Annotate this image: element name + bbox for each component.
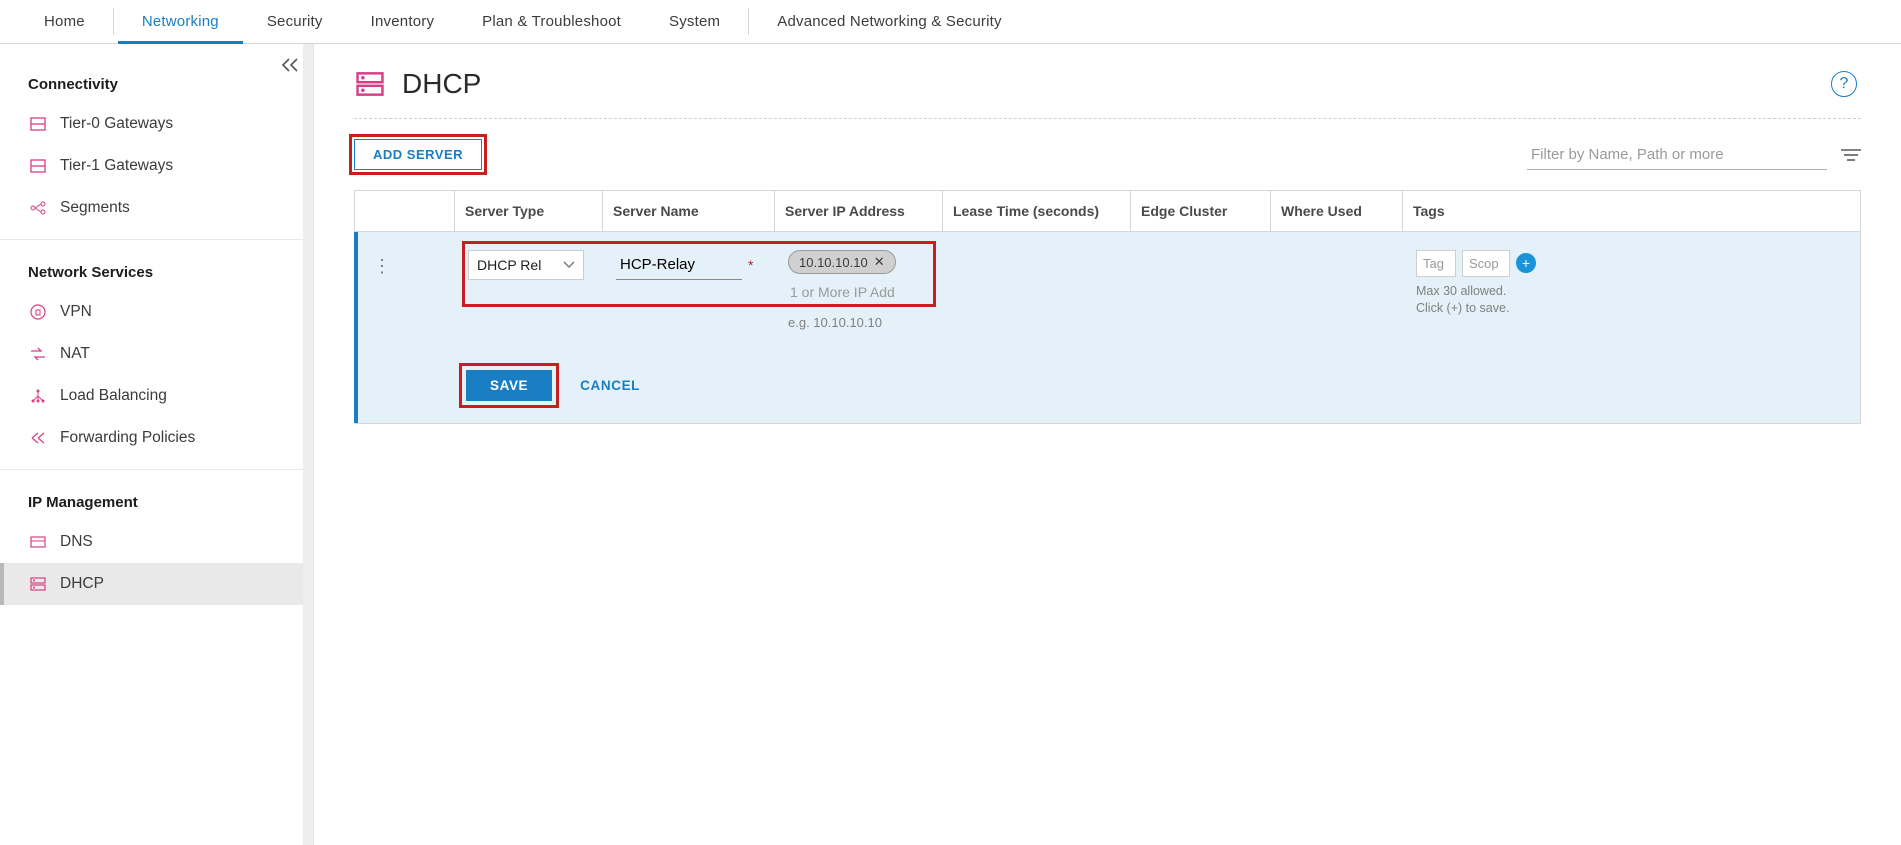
help-icon[interactable]: ? <box>1831 71 1857 97</box>
section-network-services: Network Services <box>0 240 303 291</box>
save-button[interactable]: SAVE <box>466 370 552 401</box>
filter-input[interactable] <box>1527 140 1827 170</box>
dhcp-grid: Server Type Server Name Server IP Addres… <box>354 190 1861 424</box>
ip-address-input[interactable] <box>788 280 924 305</box>
tab-security[interactable]: Security <box>243 0 347 43</box>
col-tags[interactable]: Tags <box>1402 191 1860 231</box>
router-icon <box>28 157 48 175</box>
nav-separator <box>748 8 749 35</box>
collapse-sidebar-icon[interactable] <box>281 58 299 72</box>
col-server-name[interactable]: Server Name <box>602 191 774 231</box>
sidebar-item-label: NAT <box>60 345 90 363</box>
col-server-type[interactable]: Server Type <box>454 191 602 231</box>
cancel-button[interactable]: CANCEL <box>580 378 640 393</box>
page-title: DHCP <box>402 68 481 100</box>
sidebar-item-tier0[interactable]: Tier-0 Gateways <box>0 103 303 145</box>
top-nav: Home Networking Security Inventory Plan … <box>0 0 1901 44</box>
sidebar-item-label: Segments <box>60 199 130 217</box>
sidebar-item-tier1[interactable]: Tier-1 Gateways <box>0 145 303 187</box>
sidebar-item-nat[interactable]: NAT <box>0 333 303 375</box>
filter-icon[interactable] <box>1841 148 1861 162</box>
sidebar-item-label: VPN <box>60 303 92 321</box>
lb-icon <box>28 387 48 405</box>
col-where-used[interactable]: Where Used <box>1270 191 1402 231</box>
sidebar-item-lb[interactable]: Load Balancing <box>0 375 303 417</box>
ip-hint: e.g. 10.10.10.10 <box>788 315 936 330</box>
nat-icon <box>28 345 48 363</box>
server-name-input[interactable] <box>616 250 742 280</box>
tags-hint: Max 30 allowed. Click (+) to save. <box>1416 283 1536 317</box>
table-row-edit: ⋮ DHCP Rel * <box>354 232 1860 423</box>
router-icon <box>28 115 48 133</box>
sidebar-item-segments[interactable]: Segments <box>0 187 303 229</box>
nav-separator <box>113 8 114 35</box>
tab-plan-troubleshoot[interactable]: Plan & Troubleshoot <box>458 0 645 43</box>
tag-input[interactable] <box>1416 250 1456 277</box>
grid-header: Server Type Server Name Server IP Addres… <box>354 191 1860 232</box>
tab-networking[interactable]: Networking <box>118 0 243 43</box>
sidebar-item-label: DNS <box>60 533 93 551</box>
server-type-select[interactable]: DHCP Rel <box>468 250 584 280</box>
row-actions-menu[interactable]: ⋮ <box>358 250 406 277</box>
sidebar: Connectivity Tier-0 Gateways Tier-1 Gate… <box>0 44 314 845</box>
dhcp-page-icon <box>354 68 386 100</box>
col-edge-cluster[interactable]: Edge Cluster <box>1130 191 1270 231</box>
sidebar-item-forwarding[interactable]: Forwarding Policies <box>0 417 303 459</box>
tab-system[interactable]: System <box>645 0 744 43</box>
ip-chip[interactable]: 10.10.10.10 ✕ <box>788 250 896 274</box>
content-area: DHCP ? ADD SERVER Server Type Server Nam… <box>314 44 1901 845</box>
remove-ip-icon[interactable]: ✕ <box>874 254 885 270</box>
sidebar-item-label: Forwarding Policies <box>60 429 195 447</box>
sidebar-item-vpn[interactable]: VPN <box>0 291 303 333</box>
section-ip-management: IP Management <box>0 470 303 521</box>
scope-input[interactable] <box>1462 250 1510 277</box>
add-tag-icon[interactable]: + <box>1516 253 1536 273</box>
sidebar-item-label: Tier-1 Gateways <box>60 157 173 175</box>
tab-inventory[interactable]: Inventory <box>347 0 459 43</box>
col-server-ip[interactable]: Server IP Address <box>774 191 942 231</box>
tab-home[interactable]: Home <box>20 0 109 43</box>
section-connectivity: Connectivity <box>0 52 303 103</box>
tab-advanced[interactable]: Advanced Networking & Security <box>753 0 1025 43</box>
sidebar-item-dns[interactable]: DNS <box>0 521 303 563</box>
add-server-button[interactable]: ADD SERVER <box>354 139 482 170</box>
sidebar-item-dhcp[interactable]: DHCP <box>0 563 303 605</box>
dns-icon <box>28 533 48 551</box>
sidebar-item-label: Tier-0 Gateways <box>60 115 173 133</box>
sidebar-item-label: DHCP <box>60 575 104 593</box>
sidebar-item-label: Load Balancing <box>60 387 167 405</box>
segments-icon <box>28 199 48 217</box>
col-lease-time[interactable]: Lease Time (seconds) <box>942 191 1130 231</box>
vpn-icon <box>28 303 48 321</box>
chevron-down-icon <box>563 261 575 269</box>
forward-icon <box>28 429 48 447</box>
required-indicator: * <box>748 257 753 273</box>
dhcp-icon <box>28 575 48 593</box>
